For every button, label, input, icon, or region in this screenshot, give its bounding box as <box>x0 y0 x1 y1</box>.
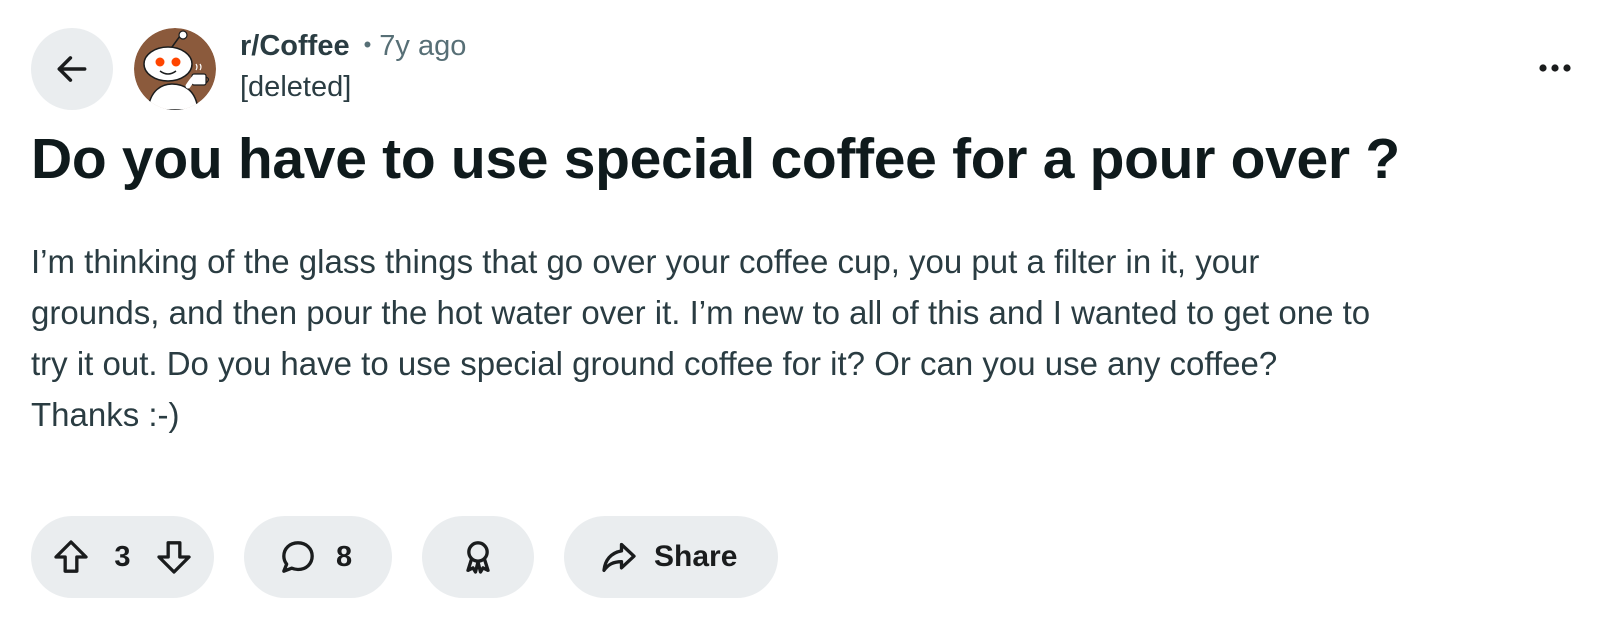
vote-count: 3 <box>114 540 131 573</box>
subreddit-avatar[interactable] <box>134 28 216 110</box>
post-view: r/Coffee • 7y ago [deleted] Do you have … <box>0 0 1600 624</box>
share-button[interactable]: Share <box>564 516 778 598</box>
share-label: Share <box>654 540 738 573</box>
post-title: Do you have to use special coffee for a … <box>31 127 1400 191</box>
post-meta: r/Coffee • 7y ago [deleted] <box>240 30 466 104</box>
back-button[interactable] <box>31 28 113 110</box>
post-body-line: grounds, and then pour the hot water ove… <box>31 294 1371 331</box>
comments-button[interactable]: 8 <box>244 516 392 598</box>
downvote-arrow-icon <box>157 541 191 574</box>
meta-line: r/Coffee • 7y ago <box>240 30 466 68</box>
comment-bubble-icon <box>282 541 314 573</box>
upvote-arrow-icon <box>54 540 88 573</box>
subreddit-link[interactable]: r/Coffee <box>240 30 350 63</box>
action-bar: 3 8 Share <box>31 516 778 598</box>
arrow-left-icon <box>57 56 87 82</box>
post-time: 7y ago <box>379 30 467 62</box>
post-body-line: Thanks :-) <box>31 396 180 433</box>
author-link[interactable]: [deleted] <box>240 71 466 104</box>
more-horizontal-icon <box>1539 64 1571 72</box>
more-options-button[interactable] <box>1530 48 1580 88</box>
share-arrow-icon <box>602 542 636 572</box>
vote-pill: 3 <box>31 516 214 598</box>
downvote-button[interactable] <box>154 537 194 577</box>
post-body-line: I’m thinking of the glass things that go… <box>31 243 1260 280</box>
post-body-line: try it out. Do you have to use special g… <box>31 345 1278 382</box>
award-ribbon-icon <box>466 541 490 574</box>
comment-count: 8 <box>336 540 353 573</box>
upvote-button[interactable] <box>51 537 91 577</box>
post-body: I’m thinking of the glass things that go… <box>31 236 1576 440</box>
separator-dot: • <box>363 32 372 57</box>
reddit-snoo-icon <box>134 28 216 110</box>
award-button[interactable] <box>422 516 534 598</box>
